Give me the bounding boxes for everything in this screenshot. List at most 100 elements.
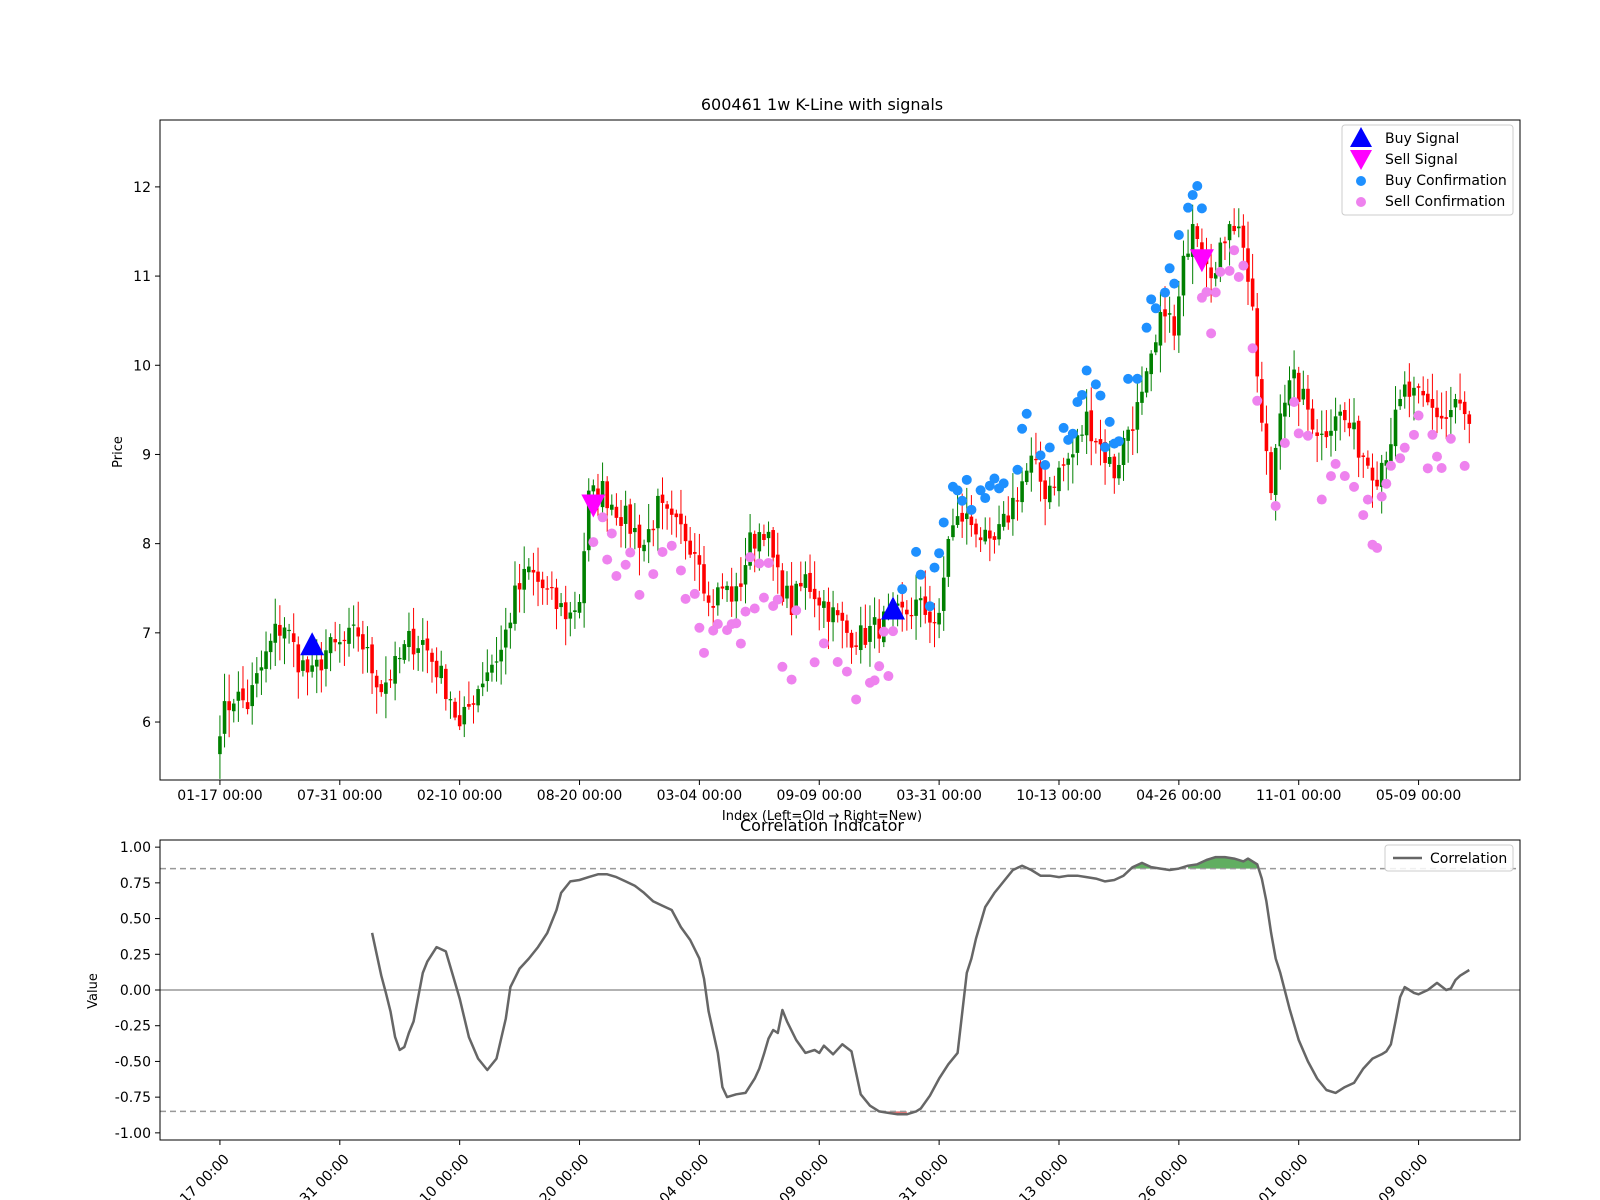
corr-series-line (370, 855, 1470, 1116)
sell-confirmation-dot (625, 547, 636, 558)
corr-y-tick-label: 0.50 (120, 912, 151, 928)
candle-body (1416, 386, 1421, 388)
sell-confirmation-dot (1293, 428, 1304, 439)
candle-body (1112, 456, 1117, 479)
corr-y-tick-label: -0.75 (115, 1090, 151, 1106)
sell-confirmation-dot (597, 512, 608, 523)
candle-body (241, 688, 245, 701)
candle-body (287, 629, 291, 632)
candle-body (1153, 342, 1158, 353)
candle-body (951, 525, 955, 538)
legend-buy-confirmation-label: Buy Confirmation (1385, 173, 1507, 189)
candle-body (480, 683, 485, 688)
candle-body (1001, 513, 1006, 527)
sell-confirmation-dot (1316, 494, 1327, 505)
candle-body (508, 622, 513, 629)
buy-confirmation-dot (1187, 190, 1198, 201)
sell-confirmation-dot (1362, 494, 1373, 505)
candle-body (1402, 384, 1407, 397)
candle-body (1329, 430, 1333, 436)
candle-body (1343, 409, 1347, 421)
sell-confirmation-dot (689, 588, 700, 599)
candle-body (775, 554, 780, 568)
candle-body (826, 601, 831, 622)
sell-confirmation-dot (657, 546, 668, 557)
sell-confirmation-dot (1238, 260, 1249, 271)
candle-body (637, 524, 642, 548)
candle-body (1015, 500, 1020, 502)
corr-x-tick-label: 08-20 00:00 (521, 1152, 593, 1200)
corr-x-tick-label: 07-31 00:00 (281, 1152, 353, 1200)
candle-body (854, 645, 858, 647)
sell-confirmation-dot (712, 619, 723, 630)
sell-confirmation-dot (620, 559, 631, 570)
candle-body (1089, 410, 1094, 442)
candle-body (255, 673, 259, 684)
candle-body (817, 597, 822, 606)
candle-body (420, 640, 425, 645)
sell-confirmation-dot (1436, 462, 1447, 473)
buy-confirmation-dot (966, 504, 977, 515)
candle-body (527, 566, 531, 573)
candle-body (1181, 255, 1186, 296)
buy-confirmation-dot (1146, 294, 1157, 305)
candle-body (692, 552, 697, 554)
candle-body (872, 617, 877, 625)
buy-confirmation-dot (980, 493, 991, 504)
candle-body (1250, 278, 1255, 307)
candle-body (946, 538, 951, 577)
sell-confirmation-dot (809, 657, 820, 668)
kline-candles (218, 204, 1472, 779)
candle-body (729, 586, 734, 602)
corr-title: Correlation Indicator (740, 816, 904, 835)
candle-body (1361, 455, 1366, 457)
sell-confirmation-dot (1422, 463, 1433, 474)
candle-body (434, 660, 439, 678)
candle-body (342, 639, 347, 642)
buy-confirmation-dot (1077, 389, 1088, 400)
buy-confirmation-dot (1095, 390, 1106, 401)
candle-body (563, 602, 568, 620)
buy-confirmation-dot (1132, 373, 1143, 384)
candle-body (1255, 308, 1260, 377)
kline-y-tick-label: 9 (142, 447, 151, 463)
candle-body (914, 599, 918, 616)
candle-body (218, 736, 222, 755)
sell-confirmation-dot (1247, 343, 1258, 354)
sell-confirmation-dot (1381, 478, 1392, 489)
candle-body (1084, 411, 1089, 436)
legend-buy-confirmation-marker (1356, 176, 1366, 186)
buy-confirmation-dot (1104, 416, 1115, 427)
kline-x-tick-label: 08-20 00:00 (537, 788, 622, 804)
sell-confirmation-dot (1408, 429, 1419, 440)
candle-body (725, 585, 729, 591)
sell-confirmation-dot (606, 528, 617, 539)
candle-body (227, 701, 231, 711)
candle-body (356, 627, 361, 637)
candle-body (623, 505, 628, 524)
candle-body (462, 706, 467, 725)
candle-body (960, 512, 964, 522)
candle-body (669, 508, 674, 515)
candle-body (393, 656, 397, 684)
candle-body (333, 639, 337, 643)
candle-body (310, 665, 314, 672)
kline-y-tick-label: 7 (142, 626, 151, 642)
candle-body (545, 588, 550, 590)
candle-body (250, 685, 255, 707)
buy-confirmation-dot (1035, 450, 1046, 461)
candle-body (974, 523, 978, 535)
candle-body (614, 506, 619, 518)
candle-body (1439, 415, 1444, 419)
sell-confirmation-dot (699, 647, 709, 658)
buy-confirmation-dot (1113, 436, 1124, 447)
sell-confirmation-dot (1289, 397, 1300, 408)
sell-confirmation-dot (1445, 433, 1456, 444)
corr-x-tick-label: 09-09 00:00 (760, 1152, 832, 1200)
buy-confirmation-dot (961, 474, 972, 485)
corr-ylabel: Value (86, 973, 101, 1009)
sell-confirmation-dot (851, 694, 862, 705)
sell-confirmation-dot (1459, 460, 1470, 471)
candle-body (642, 544, 646, 552)
candle-body (1458, 399, 1462, 404)
